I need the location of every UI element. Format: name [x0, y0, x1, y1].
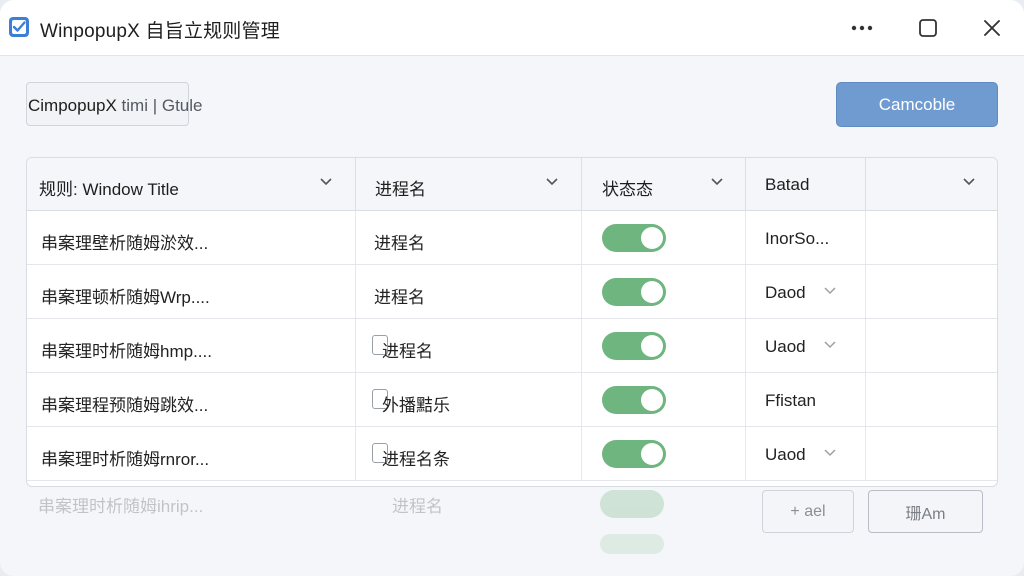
rule-filter-text: CimpopupX timi | Gtule	[28, 96, 202, 116]
rule-text: 串案理顿析随姆Wrp....	[41, 288, 210, 307]
enabled-toggle[interactable]	[602, 386, 666, 414]
base-cell[interactable]: Daod	[746, 265, 866, 318]
chevron-down-icon	[824, 449, 836, 457]
rules-table: 规则: Window Title 进程名 状态态 Batad 串案理壁析随姆淤效…	[26, 157, 998, 487]
status-cell	[582, 211, 746, 264]
close-button[interactable]	[976, 12, 1008, 44]
status-cell	[582, 427, 746, 480]
base-cell: InorSo...	[746, 211, 866, 264]
filter-text-sub: timi | Gtule	[116, 96, 203, 115]
rule-text: 串案理时析随姆rnror...	[41, 450, 210, 469]
status-cell	[582, 265, 746, 318]
toggle-knob	[641, 227, 663, 249]
column-header-status[interactable]: 状态态	[582, 158, 746, 211]
table-row[interactable]: 串案理程预随姆跳效... 外播黠乐 Ffistan	[27, 373, 997, 427]
extra-cell	[866, 319, 997, 372]
column-header-rule[interactable]: 规则: Window Title	[27, 158, 356, 211]
filter-text-main: CimpopupX	[28, 96, 117, 115]
process-cell: 外播黠乐	[356, 373, 582, 426]
rule-cell: 串案理壁析随姆淤效...	[27, 211, 356, 264]
window-title: WinpopupX 自旨立规则管理	[40, 21, 280, 42]
extra-cell	[866, 211, 997, 264]
maximize-button[interactable]	[912, 12, 944, 44]
extra-cell	[866, 265, 997, 318]
base-text: Ffistan	[765, 391, 817, 410]
chevron-down-icon	[546, 178, 558, 186]
enabled-toggle[interactable]	[602, 440, 666, 468]
close-icon	[984, 20, 1000, 36]
table-row[interactable]: 串案理壁析随姆淤效... 进程名 InorSo...	[27, 211, 997, 265]
faded-process-text: 进程名	[392, 497, 443, 516]
enabled-toggle[interactable]	[602, 224, 666, 252]
chevron-down-icon	[824, 287, 836, 295]
process-text: 进程名条	[382, 450, 450, 469]
enabled-toggle[interactable]	[602, 278, 666, 306]
title-bar: WinpopupX 自旨立规则管理	[0, 0, 1024, 56]
toggle-knob	[641, 443, 663, 465]
status-cell	[582, 373, 746, 426]
rule-text: 串案理时析随姆hmp....	[41, 342, 212, 361]
extra-cell	[866, 427, 997, 480]
chevron-down-icon	[320, 178, 332, 186]
rule-cell: 串案理时析随姆rnror...	[27, 427, 356, 480]
process-text: 进程名	[374, 234, 425, 253]
rule-text: 串案理壁析随姆淤效...	[41, 234, 209, 253]
rule-cell: 串案理时析随姆hmp....	[27, 319, 356, 372]
process-cell: 进程名条	[356, 427, 582, 480]
toggle-knob	[641, 281, 663, 303]
maximize-icon	[919, 19, 937, 37]
toggle-knob	[641, 335, 663, 357]
more-button[interactable]	[846, 12, 878, 44]
column-header-label: 规则: Window Title	[39, 180, 179, 199]
faded-row: 串案理时析随姆ihrip... 进程名	[26, 488, 766, 554]
table-row[interactable]: 串案理顿析随姆Wrp.... 进程名 Daod	[27, 265, 997, 319]
base-text: Uaod	[765, 337, 806, 356]
table-row[interactable]: 串案理时析随姆hmp.... 进程名 Uaod	[27, 319, 997, 373]
table-row[interactable]: 串案理时析随姆rnror... 进程名条 Uaod	[27, 427, 997, 481]
base-cell[interactable]: Uaod	[746, 319, 866, 372]
base-text: Uaod	[765, 445, 806, 464]
base-text: InorSo...	[765, 229, 830, 248]
faded-toggle	[600, 490, 664, 518]
primary-action-button[interactable]: Camcoble	[836, 82, 998, 127]
checkbox-app-icon	[9, 17, 29, 37]
delete-rule-button[interactable]: 珊Am	[868, 490, 983, 533]
add-rule-button[interactable]: + ael	[762, 490, 854, 533]
base-cell[interactable]: Uaod	[746, 427, 866, 480]
column-header-base[interactable]: Batad	[746, 158, 866, 211]
rule-text: 串案理程预随姆跳效...	[41, 396, 209, 415]
column-header-label: 进程名	[375, 180, 426, 199]
process-cell: 进程名	[356, 211, 582, 264]
process-cell: 进程名	[356, 265, 582, 318]
faded-rule-text: 串案理时析随姆ihrip...	[38, 497, 204, 516]
toggle-knob	[641, 389, 663, 411]
more-icon	[851, 25, 873, 31]
chevron-down-icon	[963, 178, 975, 186]
app-window: WinpopupX 自旨立规则管理 CimpopupX timi | Gtule…	[0, 0, 1024, 576]
chevron-down-icon	[711, 178, 723, 186]
chevron-down-icon	[824, 341, 836, 349]
rule-cell: 串案理程预随姆跳效...	[27, 373, 356, 426]
process-text: 进程名	[374, 288, 425, 307]
process-cell: 进程名	[356, 319, 582, 372]
column-header-label: Batad	[765, 175, 810, 194]
status-cell	[582, 319, 746, 372]
extra-cell	[866, 373, 997, 426]
column-header-label: 状态态	[602, 180, 653, 199]
table-header: 规则: Window Title 进程名 状态态 Batad	[27, 158, 997, 211]
enabled-toggle[interactable]	[602, 332, 666, 360]
column-header-extra[interactable]	[866, 158, 997, 211]
base-cell: Ffistan	[746, 373, 866, 426]
process-text: 外播黠乐	[382, 396, 450, 415]
process-text: 进程名	[382, 342, 433, 361]
faded-toggle	[600, 534, 664, 554]
base-text: Daod	[765, 283, 806, 302]
column-header-process[interactable]: 进程名	[356, 158, 582, 211]
rule-cell: 串案理顿析随姆Wrp....	[27, 265, 356, 318]
